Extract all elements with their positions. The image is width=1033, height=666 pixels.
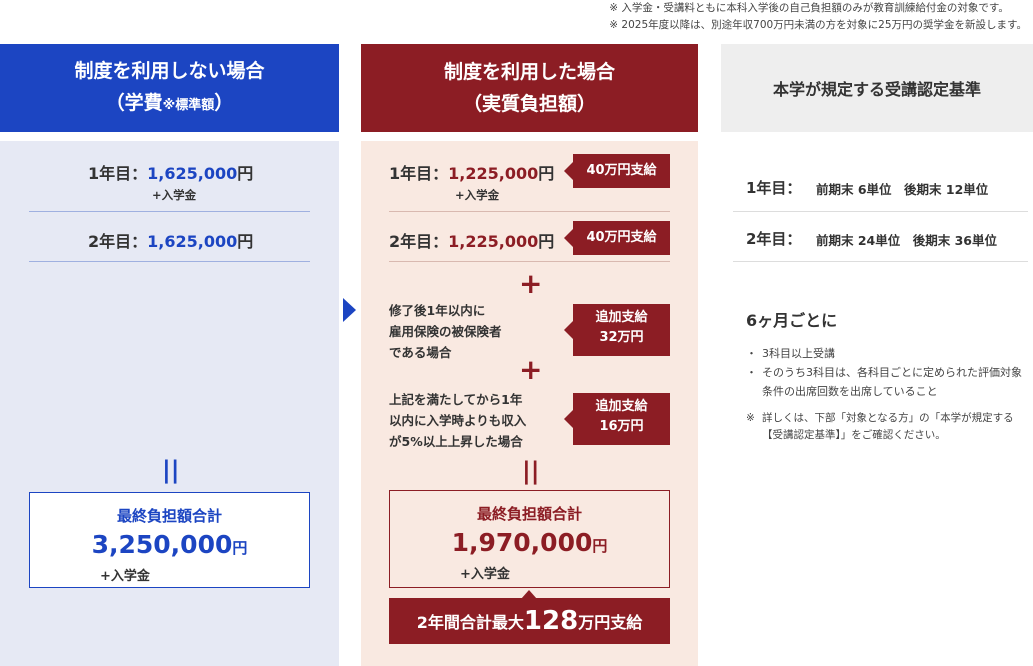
note-line: ※ 入学金・受講料ともに本科入学後の自己負担額のみが教育訓練給付金の対象です。 <box>609 2 1009 14</box>
without-year2: 2年目：1,625,000円 <box>88 228 253 252</box>
note-line: ※ 2025年度以降は、別途年収700万円未満の方を対象に25万円の奨学金を新設… <box>609 19 1027 31</box>
with-title-line2: （実質負担額） <box>462 93 596 115</box>
with-total-box: 最終負担額合計 1,970,000円 +入学金 <box>389 490 670 588</box>
with-cond1: 修了後1年以内に 雇用保険の被保険者 である場合 <box>389 300 502 363</box>
without-year1: 1年目：1,625,000円 <box>88 160 253 184</box>
year-unit: 円 <box>538 232 555 251</box>
total-title: 最終負担額合計 <box>476 505 582 523</box>
divider <box>733 261 1028 262</box>
without-total-box: 最終負担額合計 3,250,000円 +入学金 <box>29 492 310 588</box>
banner-number: 128 <box>523 606 579 636</box>
criteria-year2-label: 2年目： <box>746 230 802 248</box>
without-title-small: ※標準額 <box>162 97 215 113</box>
with-year1-sub: +入学金 <box>455 188 500 202</box>
total-amount-unit: 円 <box>592 537 608 555</box>
cond-line: が5%以上上昇した場合 <box>389 434 523 449</box>
plus-icon: + <box>519 353 543 386</box>
divider <box>389 261 670 262</box>
note-text: 詳しくは、下部「対象となる方」の「本学が規定する【受講認定基準】」をご確認くださ… <box>762 412 1014 441</box>
total-amount: 1,970,000円 <box>390 528 669 557</box>
with-cond2: 上記を満たしてから1年 以内に入学時よりも収入 が5%以上上昇した場合 <box>389 389 526 452</box>
divider <box>733 211 1028 212</box>
year-amount: 1,625,000 <box>147 164 238 183</box>
with-cond2-tag: 追加支給 16万円 <box>564 393 670 445</box>
year-unit: 円 <box>237 232 254 251</box>
year-label: 2年目： <box>389 232 449 251</box>
year-label: 1年目： <box>389 164 449 183</box>
total-amount-value: 3,250,000 <box>91 530 233 559</box>
with-title-line1: 制度を利用した場合 <box>443 61 615 83</box>
without-title-part: （学費 <box>105 91 163 114</box>
total-amount: 3,250,000円 <box>30 530 309 559</box>
without-equals: || <box>162 456 180 484</box>
with-cond1-tag: 追加支給 32万円 <box>564 304 670 356</box>
banner-text: 万円支給 <box>578 613 643 632</box>
criteria-year1-detail: 前期末 6単位 後期末 12単位 <box>816 182 989 197</box>
year-label: 2年目： <box>88 232 148 251</box>
cond-line: 上記を満たしてから1年 <box>389 392 523 407</box>
tag-line: 16万円 <box>599 419 644 434</box>
year-amount: 1,225,000 <box>448 164 539 183</box>
divider <box>29 211 310 212</box>
total-amount-unit: 円 <box>232 539 248 557</box>
divider <box>29 261 310 262</box>
criteria-year2-detail: 前期末 24単位 後期末 36単位 <box>816 233 997 248</box>
total-extra: +入学金 <box>100 569 150 584</box>
without-title-line2: （学費※標準額） <box>106 87 234 122</box>
cond-line: 雇用保険の被保険者 <box>389 324 502 339</box>
year-unit: 円 <box>237 164 254 183</box>
year-label: 1年目： <box>88 164 148 183</box>
total-amount-value: 1,970,000 <box>451 528 593 557</box>
arrow-right-icon <box>343 298 356 322</box>
year-amount: 1,225,000 <box>448 232 539 251</box>
without-header: 制度を利用しない場合 （学費※標準額） <box>0 44 339 132</box>
tag-line: 追加支給 <box>595 310 648 325</box>
bullet-item: 3科目以上受講 <box>746 344 1031 363</box>
year-unit: 円 <box>538 164 555 183</box>
bullet-item: そのうち3科目は、各科目ごとに定められた評価対象条件の出席回数を出席していること <box>746 363 1031 401</box>
banner-text: 2年間合計最大 <box>416 613 524 632</box>
without-title-line1: 制度を利用しない場合 <box>74 59 265 82</box>
criteria-bullets: 3科目以上受講 そのうち3科目は、各科目ごとに定められた評価対象条件の出席回数を… <box>746 344 1031 401</box>
with-year2: 2年目：1,225,000円 <box>389 228 554 252</box>
total-support-banner: 2年間合計最大 128 万円支給 <box>389 598 670 644</box>
with-header: 制度を利用した場合 （実質負担額） <box>361 44 698 132</box>
total-extra: +入学金 <box>460 567 510 582</box>
criteria-header: 本学が規定する受講認定基準 <box>721 44 1033 132</box>
cond-line: である場合 <box>389 345 452 360</box>
criteria-year1-label: 1年目： <box>746 179 802 197</box>
with-year1: 1年目：1,225,000円 <box>389 160 554 184</box>
cond-line: 修了後1年以内に <box>389 303 486 318</box>
without-title-part: ） <box>214 91 234 114</box>
tag-line: 追加支給 <box>595 399 648 414</box>
with-year1-tag: 40万円支給 <box>564 154 670 188</box>
with-year2-tag: 40万円支給 <box>564 221 670 255</box>
cond-line: 以内に入学時よりも収入 <box>389 413 527 428</box>
with-equals: || <box>522 457 540 485</box>
year-amount: 1,625,000 <box>147 232 238 251</box>
divider <box>389 211 670 212</box>
note-mark: ※ <box>746 412 755 424</box>
criteria-title: 本学が規定する受講認定基準 <box>772 80 981 99</box>
total-title: 最終負担額合計 <box>116 507 222 525</box>
criteria-sub-title: 6ヶ月ごとに <box>746 311 838 330</box>
tag-line: 32万円 <box>599 330 644 345</box>
without-year1-sub: +入学金 <box>152 188 197 202</box>
top-notes: ※ 入学金・受講料ともに本科入学後の自己負担額のみが教育訓練給付金の対象です。 … <box>609 0 1027 34</box>
plus-icon: + <box>519 267 543 300</box>
criteria-note: ※ 詳しくは、下部「対象となる方」の「本学が規定する【受講認定基準】」をご確認く… <box>746 410 1031 444</box>
